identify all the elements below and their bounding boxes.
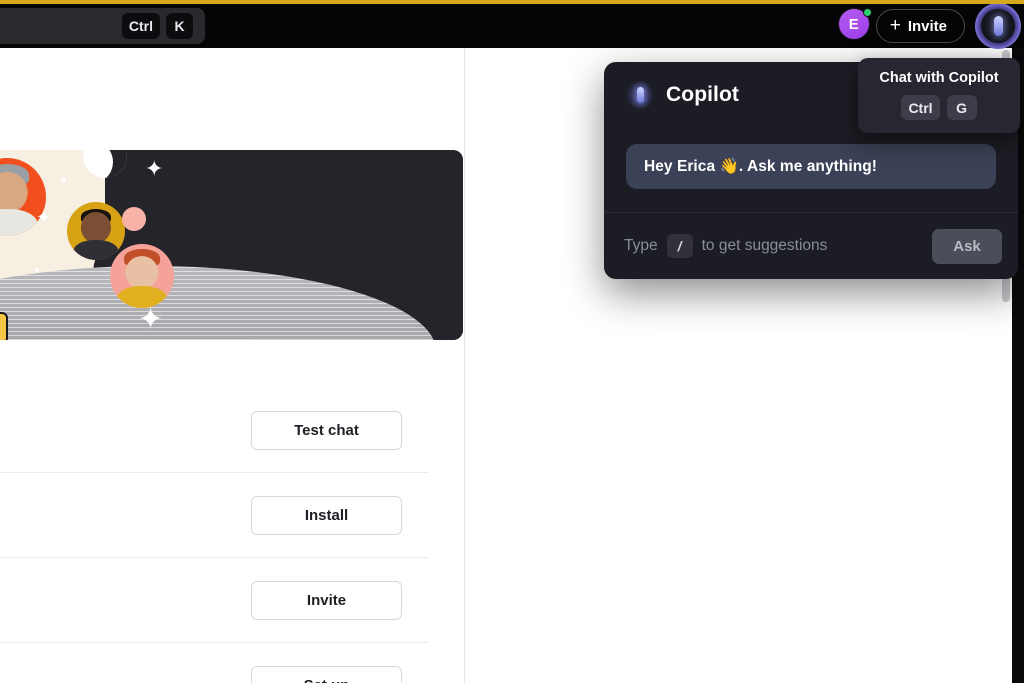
app-window: Ctrl K E + Invite ✦ ✦ ✦ Test chat Instal…: [0, 0, 1024, 683]
illustration-avatar-4: [67, 202, 125, 260]
invite-button[interactable]: + Invite: [875, 9, 965, 43]
illustration-chat-bubble-icon: [0, 312, 8, 340]
illustration-dot-white-small-2: [35, 268, 39, 272]
tooltip-shortcut-keys: Ctrl G: [868, 95, 1010, 120]
copilot-capsule-glyph: [636, 87, 644, 103]
invite-button-label: Invite: [907, 17, 947, 35]
illustration-dot-white-small: [61, 178, 66, 183]
avatar[interactable]: E: [837, 8, 874, 44]
copilot-icon: [626, 81, 654, 109]
task-description: n board!: [0, 558, 251, 642]
copilot-panel: Copilot Hey Erica 👋. Ask me anything! Ty…: [604, 58, 1020, 279]
search-shortcut-ctrl-key: Ctrl: [121, 13, 160, 39]
onboarding-card: ✦ ✦ ✦ @: [0, 48, 465, 683]
copilot-input-suffix: to get suggestions: [701, 237, 828, 254]
search-input[interactable]: Ctrl K: [0, 8, 205, 44]
tooltip-key-g: G: [946, 95, 977, 120]
illustration-sparkle-3: ✦: [138, 303, 164, 336]
task-row: Set up: [0, 643, 428, 683]
search-shortcut-k-key: K: [166, 13, 193, 39]
task-row: Test chat: [0, 388, 428, 473]
copilot-title: Copilot: [666, 83, 740, 106]
copilot-input-prefix: Type: [624, 237, 658, 254]
task-row: m customers. Install: [0, 473, 428, 558]
task-description: [0, 643, 251, 683]
slash-key-icon: /: [666, 234, 693, 258]
task-row: n board! Invite: [0, 558, 428, 643]
app-header: Ctrl K E + Invite: [0, 3, 1024, 49]
copilot-input-row[interactable]: Type / to get suggestions Ask: [604, 213, 1018, 279]
illustration-dot-peach-3: [122, 207, 146, 231]
plus-icon: +: [889, 14, 901, 36]
top-accent-line: [0, 0, 1024, 4]
set-up-button[interactable]: Set up: [251, 666, 402, 683]
onboarding-task-list: Test chat m customers. Install n board! …: [0, 388, 428, 683]
tooltip-key-ctrl: Ctrl: [901, 95, 940, 120]
task-description: m customers.: [0, 473, 251, 557]
test-chat-button[interactable]: Test chat: [251, 410, 402, 450]
task-description: [0, 388, 251, 472]
illustration-sparkle-2: ✦: [36, 207, 52, 227]
header-actions: E + Invite: [837, 3, 1024, 49]
copilot-tooltip: Chat with Copilot Ctrl G: [858, 58, 1020, 133]
copilot-capsule-icon: [993, 16, 1003, 36]
tooltip-label: Chat with Copilot: [879, 70, 999, 86]
illustration-sparkle-1: ✦: [145, 156, 164, 181]
ask-button[interactable]: Ask: [932, 228, 1002, 264]
copilot-launcher-button[interactable]: [975, 3, 1021, 49]
copilot-greeting-message: Hey Erica 👋. Ask me anything!: [626, 144, 996, 189]
illustration-avatar-5: [110, 244, 174, 308]
presence-online-dot: [862, 8, 872, 17]
onboarding-illustration: ✦ ✦ ✦ @: [0, 150, 463, 340]
install-button[interactable]: Install: [251, 495, 402, 535]
invite-task-button[interactable]: Invite: [251, 580, 402, 620]
